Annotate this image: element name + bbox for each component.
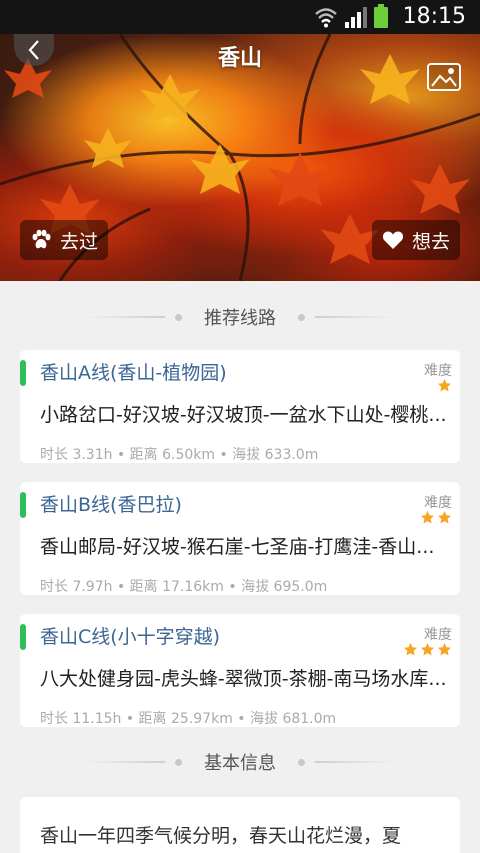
want-to-go-button[interactable]: 想去 [371, 220, 460, 260]
section-title-routes: 推荐线路 [204, 308, 276, 329]
difficulty-stars [403, 642, 452, 657]
basic-info-text: 香山一年四季气候分明，春天山花烂漫，夏 [40, 825, 402, 847]
divider-dot [298, 313, 305, 321]
been-there-button[interactable]: 去过 [20, 220, 109, 260]
section-header-routes: 推荐线路 [0, 302, 480, 332]
route-meta: 时长 7.97h • 距离 17.16km • 海拔 695.0m [40, 579, 328, 595]
status-time: 18:15 [402, 4, 466, 29]
route-meta: 时长 11.15h • 距离 25.97km • 海拔 681.0m [40, 711, 337, 727]
section-header-basic-info: 基本信息 [0, 747, 480, 777]
divider [315, 761, 395, 763]
route-card[interactable]: 香山B线(香巴拉) 难度 香山邮局-好汉坡-猴石崖-七圣庙-打鹰洼-香山... … [20, 482, 460, 595]
divider [85, 761, 165, 763]
divider [315, 316, 395, 318]
page-title: 香山 [217, 46, 262, 71]
divider-dot [298, 758, 305, 766]
route-card[interactable]: 香山C线(小十字穿越) 难度 八大处健身园-虎头蜂-翠微顶-茶棚-南马场水库..… [20, 614, 460, 727]
difficulty-label: 难度 [424, 495, 452, 511]
difficulty-stars [420, 510, 452, 525]
heart-icon [382, 231, 404, 249]
wifi-icon [315, 8, 337, 28]
star-icon [437, 378, 452, 392]
want-to-go-label: 想去 [411, 230, 450, 253]
section-title-basic-info: 基本信息 [204, 753, 276, 774]
divider [85, 316, 165, 318]
status-icons [314, 4, 388, 28]
route-accent-bar [20, 492, 26, 518]
image-gallery-icon [427, 63, 461, 91]
difficulty-label: 难度 [424, 363, 452, 379]
gallery-button[interactable] [426, 62, 462, 92]
route-path: 八大处健身园-虎头蜂-翠微顶-茶棚-南马场水库... [40, 668, 447, 690]
route-accent-bar [20, 624, 26, 650]
paw-icon [32, 229, 51, 249]
route-path: 小路岔口-好汉坡-好汉坡顶-一盆水下山处-樱桃... [40, 404, 447, 426]
star-icon [437, 510, 452, 524]
battery-icon [374, 4, 388, 28]
route-meta: 时长 3.31h • 距离 6.50km • 海拔 633.0m [40, 447, 319, 463]
basic-info-card: 香山一年四季气候分明，春天山花烂漫，夏 [20, 797, 460, 853]
star-icon [403, 642, 418, 656]
hero-image: 香山 去过 想去 [0, 34, 480, 281]
been-there-label: 去过 [60, 230, 99, 253]
signal-icon [345, 7, 367, 28]
divider-dot [175, 758, 182, 766]
route-name: 香山A线(香山-植物园) [40, 362, 227, 384]
route-card[interactable]: 香山A线(香山-植物园) 难度 小路岔口-好汉坡-好汉坡顶-一盆水下山处-樱桃.… [20, 350, 460, 463]
route-accent-bar [20, 360, 26, 386]
route-name: 香山C线(小十字穿越) [40, 626, 221, 648]
star-icon [437, 642, 452, 656]
difficulty-label: 难度 [424, 627, 452, 643]
route-name: 香山B线(香巴拉) [40, 494, 182, 516]
route-path: 香山邮局-好汉坡-猴石崖-七圣庙-打鹰洼-香山... [40, 536, 435, 558]
star-icon [420, 510, 435, 524]
status-bar: 18:15 [0, 0, 480, 34]
star-icon [420, 642, 435, 656]
difficulty-stars [437, 378, 452, 393]
divider-dot [175, 313, 182, 321]
